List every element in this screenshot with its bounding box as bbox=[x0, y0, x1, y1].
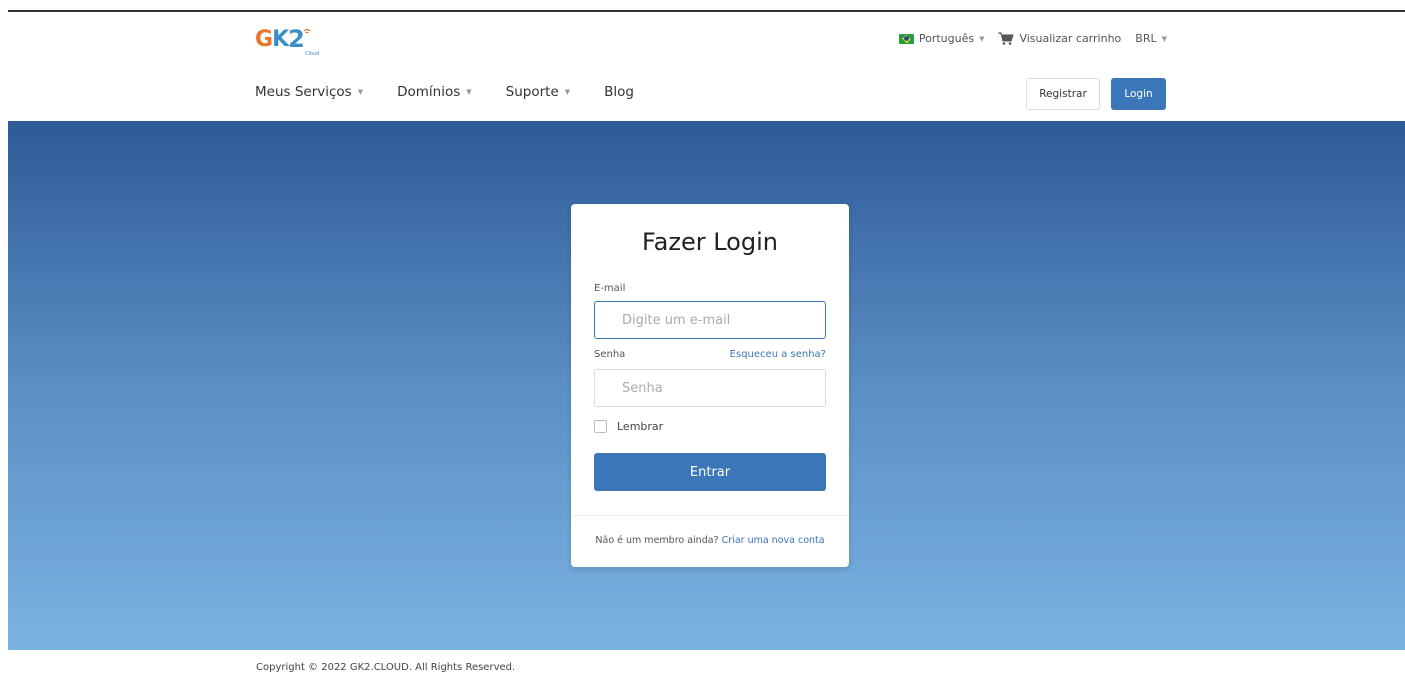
chevron-down-icon: ▼ bbox=[979, 34, 985, 43]
cart-icon bbox=[998, 32, 1015, 45]
page-title: Fazer Login bbox=[642, 228, 778, 256]
email-field[interactable] bbox=[594, 301, 826, 339]
currency-label: BRL bbox=[1135, 32, 1157, 45]
nav-item-label: Domínios bbox=[397, 84, 461, 100]
nav-item-label: Blog bbox=[604, 84, 634, 100]
password-field[interactable] bbox=[594, 369, 826, 407]
top-utility-bar: Português ▼ Visualizar carrinho BRL ▼ bbox=[898, 32, 1167, 45]
password-label: Senha bbox=[594, 349, 626, 360]
currency-selector[interactable]: BRL ▼ bbox=[1135, 32, 1167, 45]
logo-letter-k: K bbox=[272, 27, 289, 52]
create-account-link[interactable]: Criar uma nova conta bbox=[722, 535, 825, 546]
main-nav: Meus Serviços ▼ Domínios ▼ Suporte ▼ Blo… bbox=[255, 84, 634, 100]
logo-subtitle: Cloud bbox=[305, 51, 320, 57]
login-button[interactable]: Login bbox=[1111, 78, 1166, 110]
remember-label: Lembrar bbox=[617, 420, 664, 433]
logo-letter-g: G bbox=[255, 27, 273, 52]
language-selector[interactable]: Português ▼ bbox=[898, 32, 985, 45]
remember-me[interactable]: Lembrar bbox=[594, 420, 663, 433]
card-footer: Não é um membro ainda? Criar uma nova co… bbox=[571, 515, 849, 567]
language-label: Português bbox=[918, 32, 975, 45]
signal-icon bbox=[303, 28, 311, 34]
nav-item-label: Meus Serviços bbox=[255, 84, 352, 100]
cart-label: Visualizar carrinho bbox=[1019, 32, 1122, 45]
chevron-down-icon: ▼ bbox=[357, 88, 364, 96]
nav-item-meus-servicos[interactable]: Meus Serviços ▼ bbox=[255, 84, 363, 100]
brazil-flag-icon bbox=[898, 33, 914, 44]
chevron-down-icon: ▼ bbox=[466, 88, 472, 96]
nav-item-label: Suporte bbox=[505, 84, 559, 100]
submit-button[interactable]: Entrar bbox=[594, 453, 826, 491]
email-label: E-mail bbox=[594, 283, 626, 294]
forgot-password-link[interactable]: Esqueceu a senha? bbox=[730, 349, 826, 360]
register-button[interactable]: Registrar bbox=[1026, 78, 1100, 110]
login-card: Fazer Login E-mail Senha Esqueceu a senh… bbox=[571, 204, 849, 567]
nav-item-blog[interactable]: Blog bbox=[604, 84, 634, 100]
nav-item-dominios[interactable]: Domínios ▼ bbox=[397, 84, 472, 100]
site-header: G K 2 Cloud Português ▼ Visualizar carri… bbox=[0, 12, 1405, 121]
site-logo[interactable]: G K 2 Cloud bbox=[255, 27, 319, 62]
copyright-text: Copyright © 2022 GK2.CLOUD. All Rights R… bbox=[256, 662, 516, 673]
chevron-down-icon: ▼ bbox=[564, 88, 571, 96]
signup-prompt: Não é um membro ainda? bbox=[595, 535, 719, 546]
chevron-down-icon: ▼ bbox=[1161, 34, 1167, 43]
view-cart-link[interactable]: Visualizar carrinho bbox=[998, 32, 1121, 45]
remember-checkbox[interactable] bbox=[594, 420, 607, 433]
nav-item-suporte[interactable]: Suporte ▼ bbox=[506, 84, 571, 100]
